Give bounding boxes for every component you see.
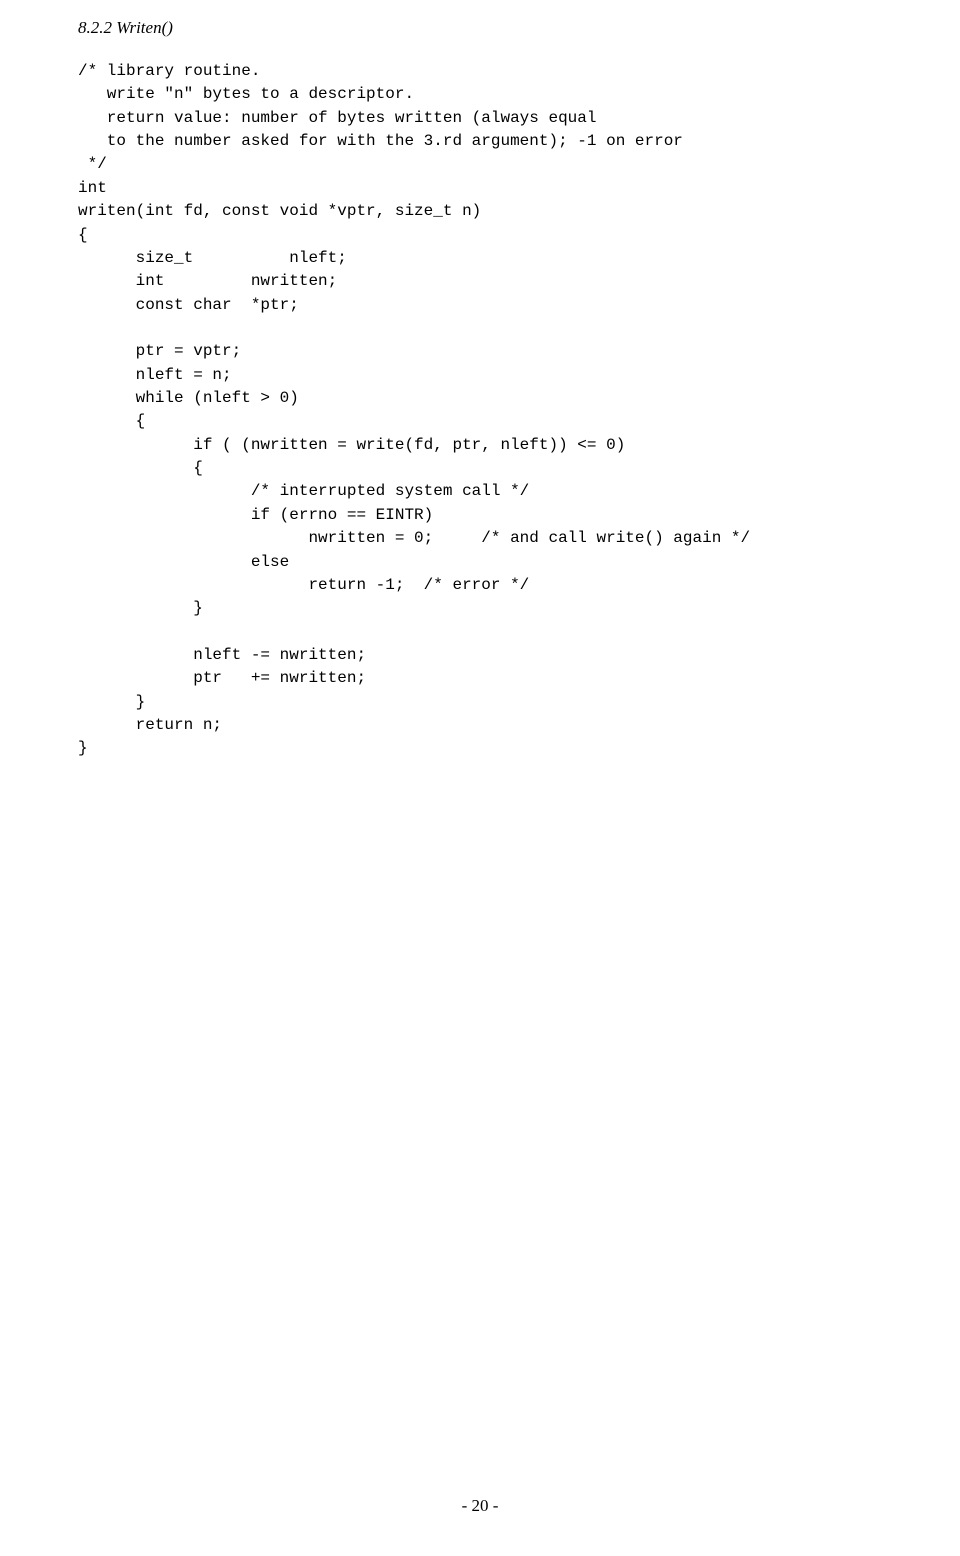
section-heading: 8.2.2 Writen() — [78, 18, 882, 38]
page-content: 8.2.2 Writen() /* library routine. write… — [0, 0, 960, 761]
code-block: /* library routine. write "n" bytes to a… — [78, 60, 882, 761]
page-number: - 20 - — [0, 1496, 960, 1516]
